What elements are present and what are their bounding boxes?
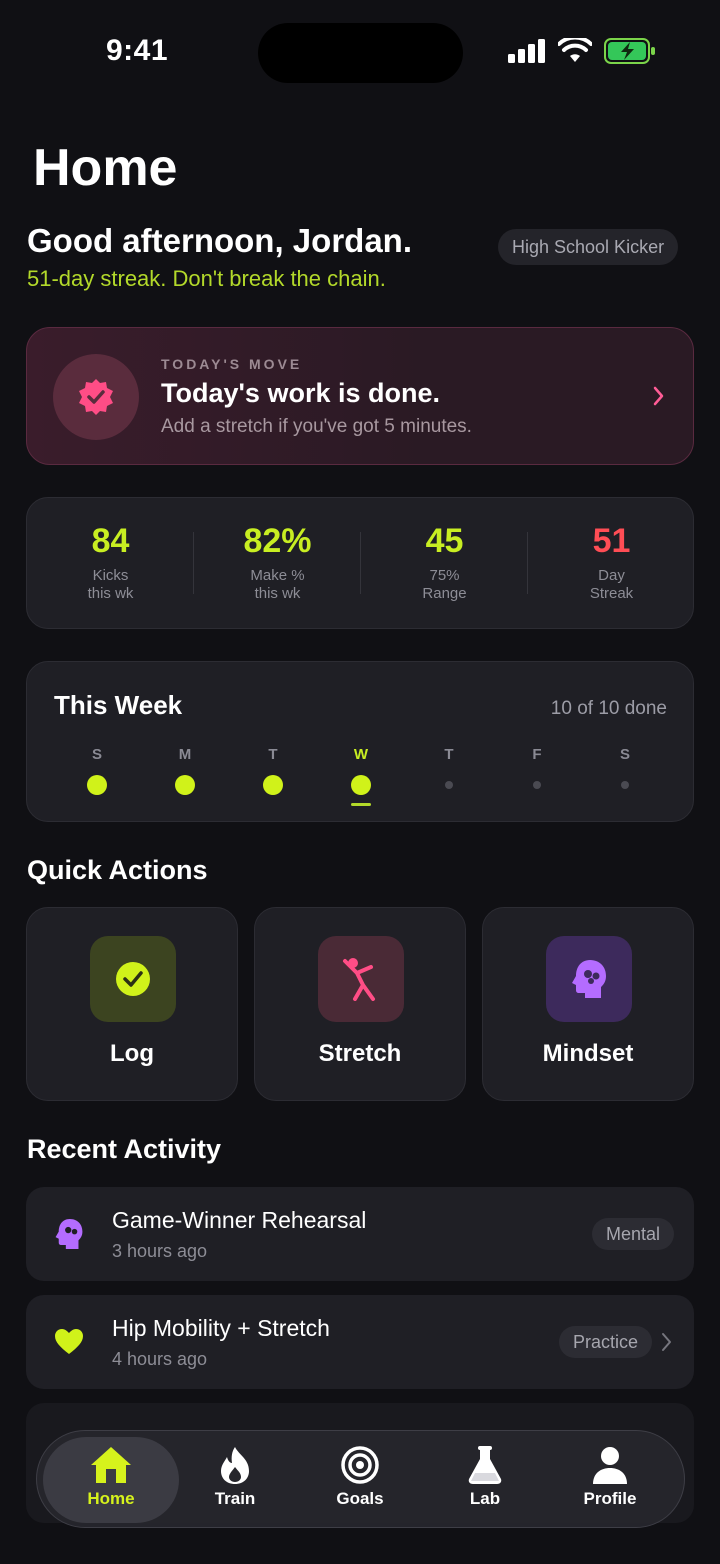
quick-actions-title: Quick Actions <box>27 855 208 885</box>
stat-value: 84 <box>91 522 130 560</box>
stat-label: 75% Range <box>422 567 467 602</box>
day-pending-dot <box>445 781 453 789</box>
quick-action-label: Log <box>110 1040 154 1067</box>
house-icon <box>91 1447 131 1483</box>
stretch-figure-icon <box>318 936 404 1022</box>
tab-lab[interactable]: Lab <box>425 1445 545 1509</box>
stat-value: 45 <box>425 522 464 560</box>
this-week-card: This Week 10 of 10 done S M T W T F S <box>26 661 694 822</box>
stat-day-streak: 51 Day Streak <box>528 522 695 603</box>
day-wednesday: W <box>341 746 381 806</box>
tab-train[interactable]: Train <box>175 1445 295 1509</box>
stat-kicks: 84 Kicks this wk <box>27 522 194 603</box>
verified-badge-icon <box>53 354 139 440</box>
activity-row[interactable]: Game-Winner Rehearsal 3 hours ago Mental <box>26 1187 694 1281</box>
day-done-dot <box>87 775 107 795</box>
status-time: 9:41 <box>106 34 169 67</box>
activity-time: 3 hours ago <box>112 1241 208 1261</box>
day-done-dot <box>351 775 371 795</box>
day-sunday: S <box>77 746 117 795</box>
signal-icon <box>508 39 545 63</box>
tab-profile[interactable]: Profile <box>550 1445 670 1509</box>
week-count: 10 of 10 done <box>550 698 667 719</box>
streak-message: 51-day streak. Don't break the chain. <box>27 266 386 291</box>
status-icons <box>508 38 656 64</box>
tab-goals[interactable]: Goals <box>300 1445 420 1509</box>
wifi-icon <box>558 38 592 62</box>
move-kicker: TODAY'S MOVE <box>161 356 303 372</box>
day-done-dot <box>263 775 283 795</box>
check-circle-icon <box>90 936 176 1022</box>
stat-value: 51 <box>592 522 631 560</box>
role-badge: High School Kicker <box>498 229 679 265</box>
flask-icon <box>468 1446 502 1484</box>
stat-range: 45 75% Range <box>361 522 528 603</box>
greeting-headline: Good afternoon, Jordan. <box>27 222 412 259</box>
quick-action-label: Mindset <box>542 1040 634 1067</box>
dynamic-island <box>258 23 463 83</box>
day-done-dot <box>175 775 195 795</box>
brain-head-icon <box>546 936 632 1022</box>
stat-label: Make % this wk <box>250 567 305 602</box>
quick-action-mindset[interactable]: Mindset <box>482 907 694 1101</box>
day-friday: F <box>517 746 557 789</box>
battery-charging-icon <box>604 38 655 64</box>
page-title: Home <box>33 139 178 197</box>
quick-action-stretch[interactable]: Stretch <box>254 907 466 1101</box>
day-thursday: T <box>429 746 469 789</box>
day-saturday: S <box>605 746 645 789</box>
day-monday: M <box>165 746 205 795</box>
chevron-right-icon <box>653 386 664 406</box>
quick-action-label: Stretch <box>318 1040 402 1067</box>
brain-head-icon <box>55 1219 83 1249</box>
day-pending-dot <box>533 781 541 789</box>
activity-tag: Mental <box>591 1218 674 1250</box>
target-icon <box>341 1446 379 1484</box>
stat-value: 82% <box>243 522 312 560</box>
activity-row[interactable]: Hip Mobility + Stretch 4 hours ago Pract… <box>26 1295 694 1389</box>
chevron-right-icon <box>662 1333 671 1351</box>
tab-bar: Home Train Goals Lab Profile <box>36 1430 685 1528</box>
activity-title: Hip Mobility + Stretch <box>112 1315 330 1341</box>
person-icon <box>593 1447 627 1484</box>
move-subtitle: Add a stretch if you've got 5 minutes. <box>161 416 472 437</box>
recent-activity-title: Recent Activity <box>27 1134 222 1164</box>
move-title: Today's work is done. <box>161 378 440 408</box>
tab-home[interactable]: Home <box>51 1445 171 1509</box>
activity-tag: Practice <box>558 1326 652 1358</box>
today-indicator <box>351 803 371 806</box>
stat-label: Kicks this wk <box>87 567 134 602</box>
heart-icon <box>55 1329 83 1354</box>
day-pending-dot <box>621 781 629 789</box>
flame-icon <box>221 1447 249 1484</box>
stats-card: 84 Kicks this wk 82% Make % this wk 45 75%… <box>26 497 694 629</box>
activity-title: Game-Winner Rehearsal <box>112 1207 367 1233</box>
stat-label: Day Streak <box>589 567 634 602</box>
week-title: This Week <box>54 690 183 720</box>
stat-make-percent: 82% Make % this wk <box>194 522 361 603</box>
todays-move-card[interactable]: TODAY'S MOVE Today's work is done. Add a… <box>26 327 694 465</box>
day-tuesday: T <box>253 746 293 795</box>
activity-time: 4 hours ago <box>112 1349 208 1369</box>
quick-action-log[interactable]: Log <box>26 907 238 1101</box>
